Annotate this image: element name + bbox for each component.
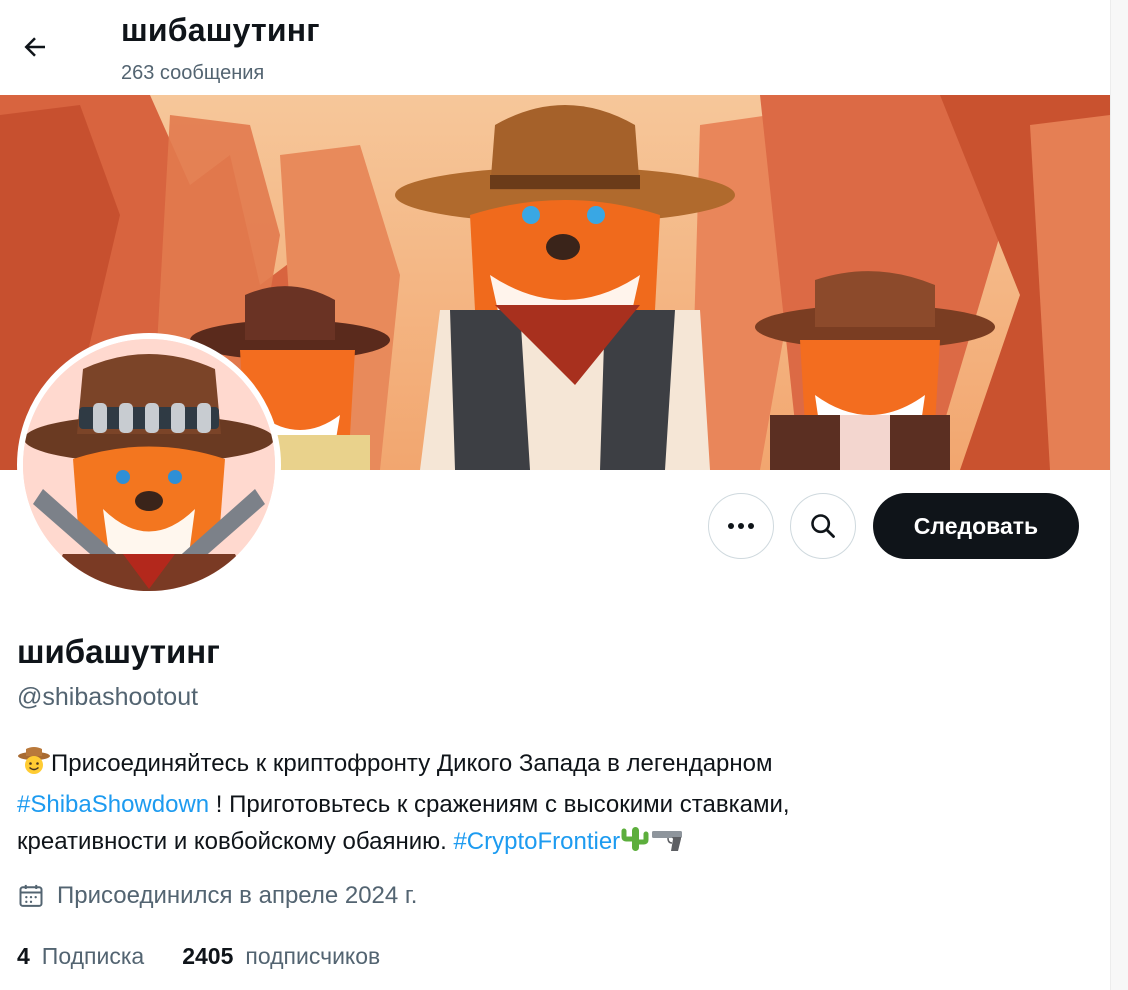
search-posts-button[interactable]: [790, 493, 856, 559]
calendar-icon: [19, 884, 43, 907]
follow-stats: 4 Подписка 2405 подписчиков: [17, 943, 418, 970]
following-link[interactable]: 4 Подписка: [17, 943, 144, 970]
vertical-scrollbar[interactable]: [1110, 0, 1128, 990]
hashtag-shibashowdown-link[interactable]: #ShibaShowdown: [17, 791, 209, 818]
back-button[interactable]: [14, 26, 56, 68]
profile-handle: @shibashootout: [17, 683, 199, 711]
profile-bio: Присоединяйтесь к криптофронту Дикого За…: [17, 745, 897, 864]
following-count: 4: [17, 943, 30, 969]
cowboy-face-emoji-icon: [17, 747, 51, 786]
cactus-emoji-icon: [620, 825, 650, 864]
post-count: 263 сообщения: [121, 62, 265, 84]
search-icon: [811, 514, 835, 538]
profile-avatar[interactable]: [17, 333, 281, 597]
follow-button[interactable]: Следовать: [873, 493, 1079, 559]
more-dots-icon: [728, 523, 754, 529]
followers-label: подписчиков: [245, 943, 381, 969]
arrow-left-icon: [24, 37, 45, 57]
pistol-emoji-icon: [650, 827, 686, 864]
hashtag-cryptofrontier-link[interactable]: #CryptoFrontier: [453, 828, 620, 855]
join-date: Присоединился в апреле 2024 г.: [17, 882, 417, 910]
followers-count: 2405: [182, 943, 234, 969]
following-label: Подписка: [41, 943, 145, 969]
top-navigation-bar: шибашутинг 263 сообщения: [0, 0, 1110, 95]
join-date-text: Присоединился в апреле 2024 г.: [57, 882, 418, 909]
header-title: шибашутинг: [121, 12, 320, 48]
bio-text-part1: Присоединяйтесь к криптофронту Дикого За…: [51, 750, 773, 777]
followers-link[interactable]: 2405 подписчиков: [182, 943, 380, 970]
profile-display-name: шибашутинг: [17, 633, 220, 670]
more-options-button[interactable]: [708, 493, 774, 559]
